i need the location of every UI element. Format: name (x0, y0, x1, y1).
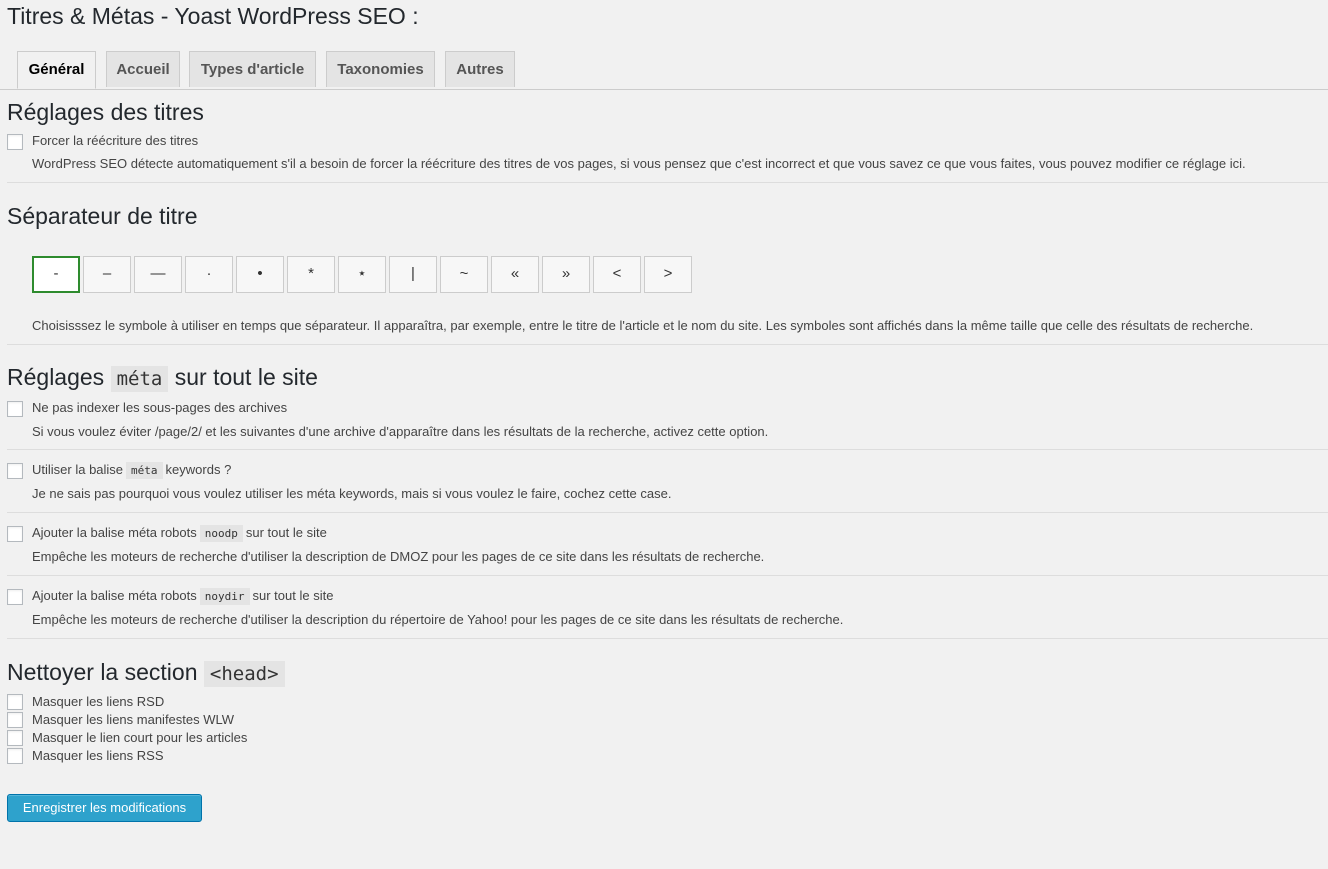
head-heading-code: <head> (203, 661, 285, 687)
noydir-label: Ajouter la balise méta robots noydir sur t… (32, 587, 333, 606)
meta-heading-prefix: Réglages (7, 364, 105, 390)
tab-bar: Général Accueil Types d'article Taxonomi… (0, 51, 1328, 90)
divider (7, 512, 1328, 513)
separator-option-raquo[interactable]: » (542, 256, 590, 293)
separator-option-en-dash[interactable]: – (83, 256, 131, 293)
hide-rss-label: Masquer les liens RSS (32, 748, 164, 763)
separator-option-asterisk[interactable]: * (287, 256, 335, 293)
noodp-label-code: noodp (199, 525, 243, 542)
meta-keywords-option: Utiliser la balise méta keywords ? Je ne s… (7, 462, 1328, 506)
meta-heading-code: méta (110, 366, 169, 392)
head-section-heading: Nettoyer la section <head> (7, 657, 285, 689)
meta-keywords-label-prefix: Utiliser la balise (32, 462, 124, 477)
separator-option-em-dash[interactable]: — (134, 256, 182, 293)
hide-shortlink-checkbox[interactable] (7, 730, 23, 746)
meta-keywords-checkbox[interactable] (7, 463, 23, 479)
separator-option-middot[interactable]: · (185, 256, 233, 293)
noindex-subpages-option: Ne pas indexer les sous-pages des archiv… (7, 400, 1328, 444)
separator-option-laquo[interactable]: « (491, 256, 539, 293)
separator-option-lt[interactable]: < (593, 256, 641, 293)
divider (7, 344, 1328, 345)
noodp-checkbox[interactable] (7, 526, 23, 542)
titles-section-heading: Réglages des titres (7, 99, 204, 125)
noindex-subpages-description: Si vous voulez éviter /page/2/ et les su… (32, 424, 769, 439)
noydir-description: Empêche les moteurs de recherche d'utili… (32, 612, 844, 627)
noodp-label-suffix: sur tout le site (245, 525, 327, 540)
meta-keywords-description: Je ne sais pas pourquoi vous voulez util… (32, 486, 672, 501)
meta-section-heading: Réglages méta sur tout le site (7, 362, 318, 394)
save-changes-button[interactable]: Enregistrer les modifications (7, 794, 202, 822)
divider (7, 575, 1328, 576)
noindex-subpages-label: Ne pas indexer les sous-pages des archiv… (32, 400, 288, 415)
meta-heading-suffix: sur tout le site (174, 364, 318, 390)
noydir-label-prefix: Ajouter la balise méta robots (32, 588, 197, 603)
tab-accueil[interactable]: Accueil (106, 51, 180, 87)
force-rewrite-checkbox[interactable] (7, 134, 23, 150)
tab-autres[interactable]: Autres (445, 51, 515, 87)
separator-description: Choisisssez le symbole à utiliser en tem… (32, 318, 1254, 333)
tab-general[interactable]: Général (17, 51, 96, 89)
separator-option-bullet[interactable]: • (236, 256, 284, 293)
force-rewrite-option: Forcer la réécriture des titres WordPres… (7, 133, 1328, 173)
settings-page: Titres & Métas - Yoast WordPress SEO : G… (0, 0, 1328, 869)
head-heading-prefix: Nettoyer la section (7, 659, 198, 685)
separator-option-hyphen[interactable]: - (32, 256, 80, 293)
divider (7, 182, 1328, 183)
separator-option-pipe[interactable]: | (389, 256, 437, 293)
hide-wlw-checkbox[interactable] (7, 712, 23, 728)
hide-rsd-option: Masquer les liens RSD (7, 694, 1328, 712)
noydir-option: Ajouter la balise méta robots noydir sur t… (7, 588, 1328, 632)
tab-taxonomies[interactable]: Taxonomies (326, 51, 435, 87)
tab-types-article[interactable]: Types d'article (189, 51, 316, 87)
noodp-label-prefix: Ajouter la balise méta robots (32, 525, 197, 540)
noodp-label: Ajouter la balise méta robots noodp sur to… (32, 524, 327, 543)
meta-keywords-label: Utiliser la balise méta keywords ? (32, 461, 231, 480)
hide-rsd-label: Masquer les liens RSD (32, 694, 165, 709)
hide-rss-checkbox[interactable] (7, 748, 23, 764)
noydir-label-code: noydir (199, 588, 250, 605)
meta-keywords-label-code: méta (126, 462, 163, 479)
noodp-option: Ajouter la balise méta robots noodp sur to… (7, 525, 1328, 569)
hide-wlw-option: Masquer les liens manifestes WLW (7, 712, 1328, 730)
noydir-label-suffix: sur tout le site (252, 588, 334, 603)
hide-shortlink-label: Masquer le lien court pour les articles (32, 730, 248, 745)
hide-rss-option: Masquer les liens RSS (7, 748, 1328, 766)
force-rewrite-description: WordPress SEO détecte automatiquement s'… (32, 156, 1246, 171)
hide-rsd-checkbox[interactable] (7, 694, 23, 710)
separator-option-tilde[interactable]: ~ (440, 256, 488, 293)
divider (7, 449, 1328, 450)
page-title: Titres & Métas - Yoast WordPress SEO : (7, 3, 419, 29)
noindex-subpages-checkbox[interactable] (7, 401, 23, 417)
hide-shortlink-option: Masquer le lien court pour les articles (7, 730, 1328, 748)
separator-section-heading: Séparateur de titre (7, 203, 198, 229)
separator-option-star[interactable]: ⋆ (338, 256, 386, 293)
hide-wlw-label: Masquer les liens manifestes WLW (32, 712, 235, 727)
noydir-checkbox[interactable] (7, 589, 23, 605)
force-rewrite-label: Forcer la réécriture des titres (32, 133, 199, 148)
noodp-description: Empêche les moteurs de recherche d'utili… (32, 549, 765, 564)
meta-keywords-label-suffix: keywords ? (165, 462, 232, 477)
separator-option-gt[interactable]: > (644, 256, 692, 293)
divider (7, 638, 1328, 639)
